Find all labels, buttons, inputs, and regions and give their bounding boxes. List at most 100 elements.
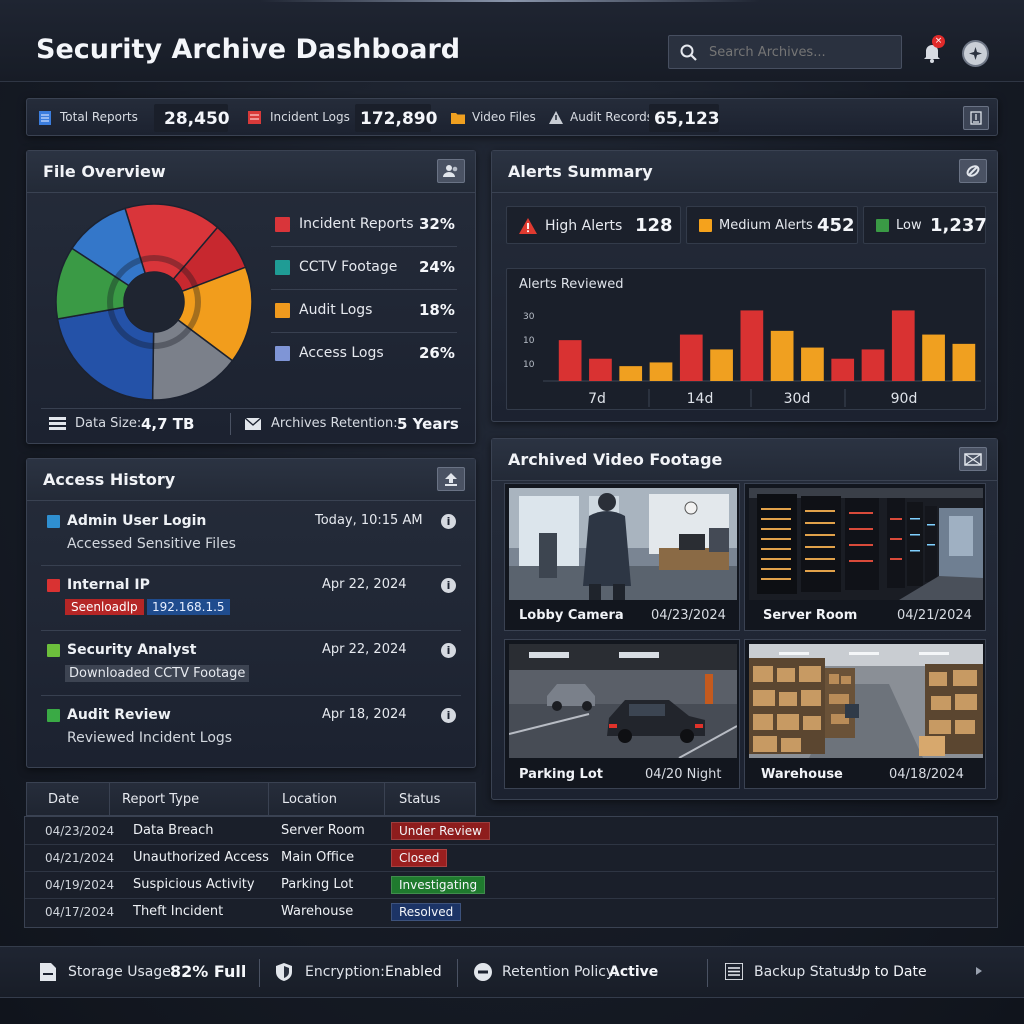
access-item-time: Apr 22, 2024 bbox=[322, 577, 407, 592]
folder-icon bbox=[451, 113, 465, 124]
column-header-status[interactable]: Status bbox=[399, 792, 440, 807]
chart-bar[interactable] bbox=[861, 349, 885, 381]
video-footage-action-button[interactable] bbox=[959, 447, 987, 471]
search-input[interactable] bbox=[709, 42, 889, 62]
incident-logs-value-box: 172,890 bbox=[355, 104, 437, 132]
file-overview-donut-chart bbox=[55, 203, 253, 401]
file-overview-users-button[interactable] bbox=[437, 159, 465, 183]
donut-hole bbox=[124, 272, 184, 332]
file-overview-divider bbox=[41, 408, 461, 409]
footer-expand-arrow-icon[interactable] bbox=[976, 967, 982, 975]
access-item-subtitle-badge: Downloaded CCTV Footage bbox=[65, 665, 250, 682]
x-category-label: 90d bbox=[891, 391, 918, 407]
high-alerts-card[interactable]: High Alerts 128 bbox=[506, 206, 681, 244]
table-cell-date: 04/19/2024 bbox=[45, 878, 115, 892]
info-icon[interactable]: i bbox=[441, 708, 456, 723]
access-history-item[interactable]: Internal IP Seenloadlp 192.168.1.5 Apr 2… bbox=[27, 567, 477, 629]
video-tile-label: Parking Lot bbox=[519, 767, 603, 782]
chart-bar[interactable] bbox=[770, 330, 794, 381]
video-tile-label: Warehouse bbox=[761, 767, 843, 782]
retention-policy-label: Retention Policy: bbox=[502, 964, 618, 980]
retention-policy-value: Active bbox=[609, 964, 659, 980]
alerts-summary-action-button[interactable] bbox=[959, 159, 987, 183]
reports-table: Date Report Type Location Status 04/23/2… bbox=[24, 782, 998, 930]
chart-bar[interactable] bbox=[891, 310, 915, 381]
legend-swatch-icon bbox=[275, 303, 290, 318]
chart-bar[interactable] bbox=[710, 349, 733, 381]
legend-item: Incident Reports 32% bbox=[271, 213, 459, 243]
storage-usage-value: 82% Full bbox=[170, 962, 247, 981]
column-header-report-type[interactable]: Report Type bbox=[122, 792, 199, 807]
y-tick-label: 10 bbox=[523, 336, 535, 346]
chart-bar[interactable] bbox=[589, 358, 612, 381]
video-tile-parking-lot[interactable]: Parking Lot 04/20 Night bbox=[504, 639, 740, 789]
chart-bar[interactable] bbox=[619, 366, 643, 381]
data-size-value: 4,7 TB bbox=[141, 415, 195, 433]
file-overview-title: File Overview bbox=[43, 162, 166, 181]
chart-bar[interactable] bbox=[922, 334, 945, 381]
access-history-item[interactable]: Audit Review Reviewed Incident Logs Apr … bbox=[27, 698, 477, 760]
x-category-label: 14d bbox=[687, 391, 714, 407]
chart-bar[interactable] bbox=[558, 340, 582, 381]
column-header-date[interactable]: Date bbox=[48, 792, 79, 807]
access-history-divider bbox=[41, 695, 461, 696]
access-item-ip-badge: 192.168.1.5 bbox=[147, 599, 230, 615]
settings-button[interactable] bbox=[962, 40, 989, 67]
chart-bar[interactable] bbox=[740, 310, 764, 381]
video-tile-lobby[interactable]: Lobby Camera 04/23/2024 bbox=[504, 483, 740, 631]
users-icon bbox=[443, 165, 458, 177]
high-alert-warning-icon bbox=[519, 218, 537, 234]
backup-status-label: Backup Status: bbox=[754, 964, 860, 980]
access-item-title: Security Analyst bbox=[67, 642, 197, 658]
chart-bar[interactable] bbox=[801, 347, 824, 381]
chart-bar[interactable] bbox=[649, 362, 673, 381]
table-row[interactable]: 04/23/2024 Data Breach Server Room Under Re… bbox=[25, 818, 995, 845]
chart-bar[interactable] bbox=[831, 358, 855, 381]
legend-value: 32% bbox=[419, 215, 455, 233]
column-divider bbox=[109, 783, 110, 817]
table-row[interactable]: 04/19/2024 Suspicious Activity Parking Lot… bbox=[25, 872, 995, 899]
low-alerts-card[interactable]: Low 1,237 bbox=[863, 206, 987, 244]
info-icon[interactable]: i bbox=[441, 514, 456, 529]
alerts-summary-panel: Alerts Summary High Alerts 128 Medium Al… bbox=[491, 150, 998, 422]
header-glow bbox=[260, 0, 760, 2]
info-icon[interactable]: i bbox=[441, 578, 456, 593]
search-icon bbox=[680, 44, 697, 61]
medium-alerts-card[interactable]: Medium Alerts 452 bbox=[686, 206, 858, 244]
access-item-title: Admin User Login bbox=[67, 513, 207, 529]
access-history-item[interactable]: Security Analyst Downloaded CCTV Footage… bbox=[27, 633, 477, 695]
alerts-summary-header: Alerts Summary bbox=[492, 151, 997, 193]
video-files-label: Video Files bbox=[472, 110, 536, 124]
export-button[interactable] bbox=[963, 106, 989, 130]
reports-table-header: Date Report Type Location Status bbox=[26, 782, 476, 817]
table-row[interactable]: 04/21/2024 Unauthorized Access Main Office… bbox=[25, 845, 995, 872]
info-icon[interactable]: i bbox=[441, 643, 456, 658]
status-badge: Closed bbox=[391, 849, 448, 867]
footer-separator bbox=[259, 959, 260, 987]
access-history-upload-button[interactable] bbox=[437, 467, 465, 491]
legend-swatch-icon bbox=[275, 260, 290, 275]
legend-label: Access Logs bbox=[299, 345, 384, 361]
column-header-location[interactable]: Location bbox=[282, 792, 337, 807]
notifications-button[interactable]: × bbox=[918, 35, 946, 66]
legend-divider bbox=[271, 289, 457, 290]
access-history-item[interactable]: Admin User Login Accessed Sensitive File… bbox=[27, 503, 477, 565]
column-divider bbox=[384, 783, 385, 817]
file-overview-footer-separator bbox=[230, 413, 231, 435]
legend-divider bbox=[271, 332, 457, 333]
compass-icon bbox=[969, 47, 982, 60]
medium-alerts-value: 452 bbox=[817, 215, 855, 236]
video-tile-server-room[interactable]: Server Room 04/21/2024 bbox=[744, 483, 986, 631]
search-box[interactable] bbox=[668, 35, 902, 69]
backup-status-value: Up to Date bbox=[851, 964, 927, 980]
table-row[interactable]: 04/17/2024 Theft Incident Warehouse Resolve… bbox=[25, 899, 995, 926]
access-item-title: Audit Review bbox=[67, 707, 171, 723]
chart-bar[interactable] bbox=[952, 343, 976, 381]
legend-item: Access Logs 26% bbox=[271, 342, 459, 372]
file-overview-header: File Overview bbox=[27, 151, 475, 193]
access-item-time: Today, 10:15 AM bbox=[315, 513, 423, 528]
chart-bar[interactable] bbox=[679, 334, 703, 381]
video-tile-warehouse[interactable]: Warehouse 04/18/2024 bbox=[744, 639, 986, 789]
legend-swatch-icon bbox=[275, 217, 290, 232]
table-cell-type: Data Breach bbox=[133, 823, 214, 838]
